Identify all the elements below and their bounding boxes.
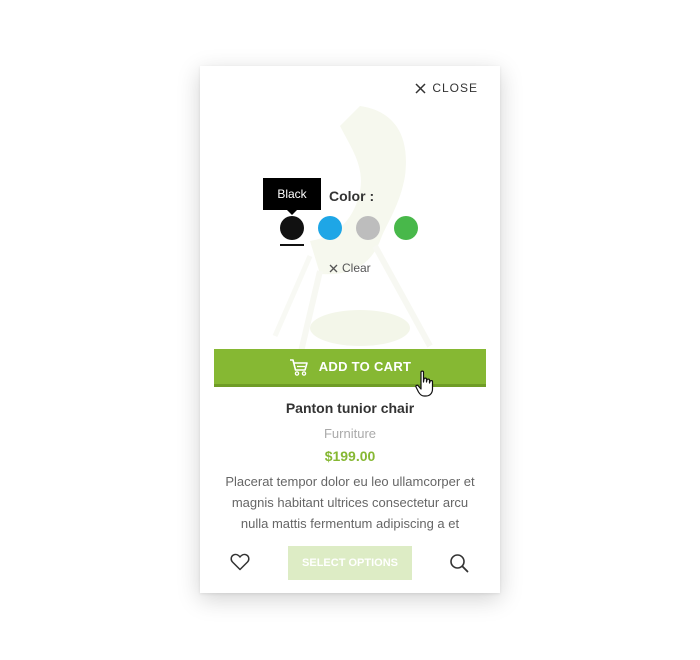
close-icon [415, 82, 426, 94]
select-options-button[interactable]: SELECT OPTIONS [288, 546, 412, 580]
add-to-cart-button[interactable]: ADD TO CART [214, 349, 486, 387]
color-label: Color : [329, 188, 375, 204]
product-title[interactable]: Panton tunior chair [200, 400, 500, 416]
product-quickview-card: CLOSE Black Color : Clear ADD TO CART Pa… [200, 66, 500, 593]
heart-icon[interactable] [230, 553, 250, 571]
hand-cursor-icon [415, 370, 434, 397]
close-label: CLOSE [432, 81, 478, 95]
clear-label: Clear [342, 261, 371, 275]
swatch-gray[interactable] [356, 216, 380, 240]
swatch-tooltip: Black [263, 178, 321, 215]
product-category[interactable]: Furniture [200, 426, 500, 441]
swatch-green[interactable] [394, 216, 418, 240]
clear-selection-link[interactable]: Clear [329, 261, 371, 275]
swatch-black[interactable] [280, 216, 304, 246]
search-icon[interactable] [449, 553, 469, 573]
product-description: Placerat tempor dolor eu leo ullamcorper… [225, 474, 475, 531]
close-button[interactable]: CLOSE [415, 81, 478, 95]
swatch-blue[interactable] [318, 216, 342, 240]
color-swatches [280, 216, 418, 246]
add-to-cart-label: ADD TO CART [318, 359, 412, 374]
product-price: $199.00 [324, 448, 376, 464]
cart-icon [289, 358, 308, 376]
close-icon [329, 264, 338, 272]
